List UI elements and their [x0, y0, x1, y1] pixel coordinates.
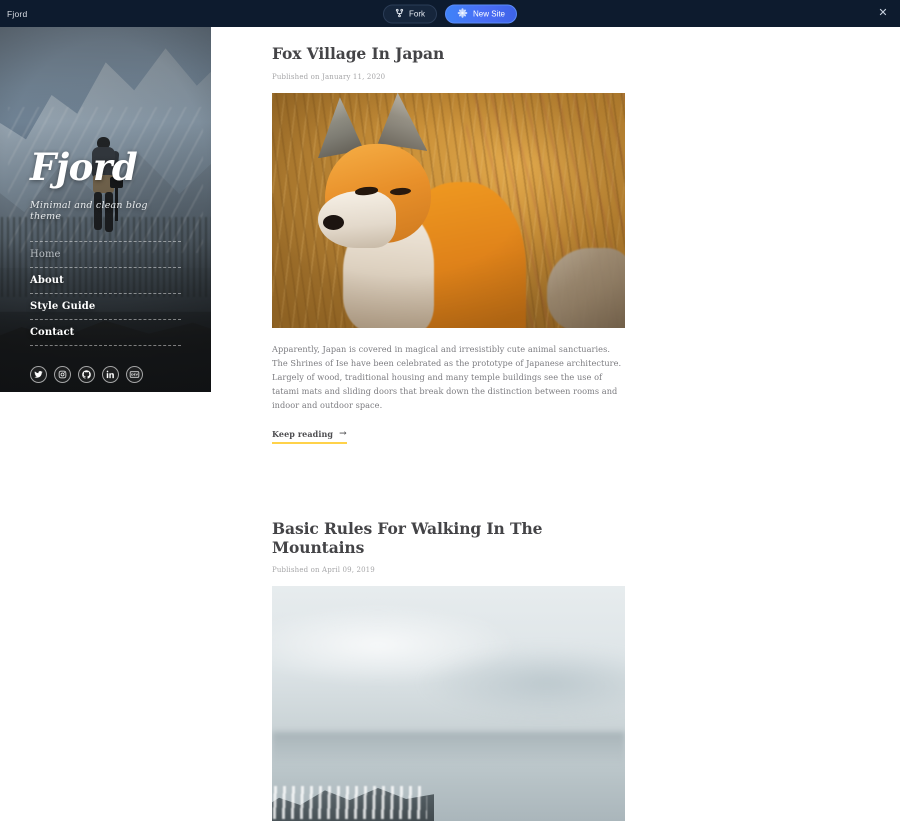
app-title: Fjord: [7, 8, 28, 19]
svg-text:DEV: DEV: [131, 372, 138, 376]
cloud-right: [420, 647, 625, 718]
post-date: Published on April 09, 2019: [272, 566, 375, 575]
fork-button[interactable]: Fork: [382, 4, 437, 23]
site-logo[interactable]: Fjord: [30, 148, 181, 186]
keep-reading-link[interactable]: Keep reading →: [272, 428, 347, 445]
post-date: Published on January 11, 2020: [272, 72, 386, 81]
social-links: DEV: [30, 365, 181, 383]
page-body: Fjord Minimal and clean blog theme Home …: [0, 27, 900, 821]
git-fork-icon: [395, 8, 404, 19]
main-content: Fox Village In Japan Published on Januar…: [211, 27, 900, 821]
dev-icon[interactable]: DEV: [126, 365, 143, 383]
app-top-bar: Fjord Fork New Site ✕: [0, 0, 900, 27]
post-title[interactable]: Basic Rules For Walking In The Mountains: [272, 519, 625, 557]
post-card: Fox Village In Japan Published on Januar…: [272, 27, 625, 445]
site-sidebar: Fjord Minimal and clean blog theme Home …: [0, 27, 211, 392]
twitter-icon[interactable]: [30, 365, 47, 383]
snow-patch: [272, 786, 428, 819]
fork-button-label: Fork: [408, 9, 425, 18]
mist-band: [272, 732, 625, 765]
post-thumbnail-fox[interactable]: [272, 92, 625, 328]
github-icon[interactable]: [78, 365, 95, 383]
close-icon[interactable]: ✕: [876, 7, 890, 21]
instagram-icon[interactable]: [54, 365, 71, 383]
photo-vignette: [272, 92, 625, 328]
post-excerpt: Apparently, Japan is covered in magical …: [272, 343, 622, 411]
netlify-logo-icon: [457, 7, 468, 20]
sidebar-item-home[interactable]: Home: [30, 242, 181, 268]
sidebar-nav: Home About Style Guide Contact: [30, 240, 181, 346]
sidebar-content: Fjord Minimal and clean blog theme Home …: [0, 27, 211, 392]
new-site-button[interactable]: New Site: [444, 4, 518, 23]
new-site-button-label: New Site: [472, 9, 506, 18]
topbar-actions: Fork New Site: [382, 4, 518, 23]
post-card: Basic Rules For Walking In The Mountains…: [272, 444, 625, 821]
site-tagline: Minimal and clean blog theme: [30, 199, 148, 222]
arrow-right-icon: →: [339, 428, 347, 439]
linkedin-icon[interactable]: [102, 365, 119, 383]
sidebar-item-about[interactable]: About: [30, 268, 181, 294]
keep-reading-label: Keep reading: [272, 429, 334, 440]
sidebar-item-style-guide[interactable]: Style Guide: [30, 294, 181, 320]
sidebar-item-contact[interactable]: Contact: [30, 320, 181, 346]
post-thumbnail-mountains[interactable]: [272, 586, 625, 821]
post-title[interactable]: Fox Village In Japan: [272, 44, 625, 64]
